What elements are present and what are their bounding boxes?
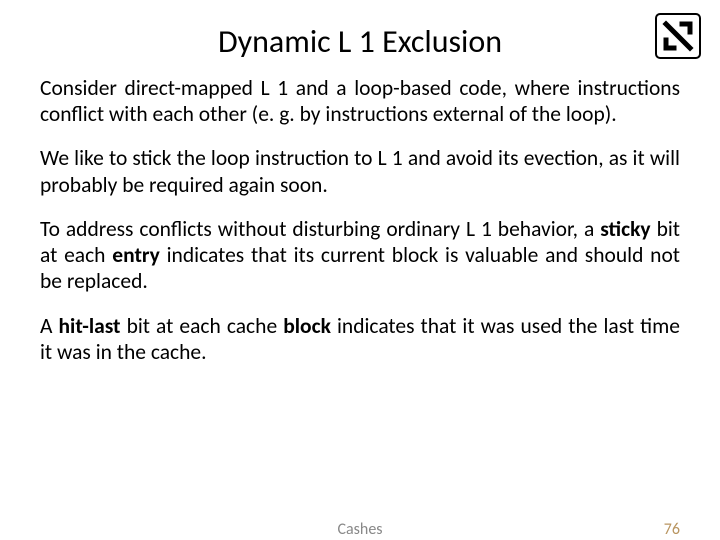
paragraph-4: A hit-last bit at each cache block indic… [40, 313, 680, 365]
footer-center: Cashes [0, 520, 720, 539]
bold-hit-last: hit-last [59, 313, 121, 339]
page-number: 76 [664, 520, 680, 539]
paragraph-1: Consider direct-mapped L 1 and a loop-ba… [40, 75, 680, 127]
text: A [40, 313, 59, 339]
bold-entry: entry [112, 242, 160, 268]
paragraph-2: We like to stick the loop instruction to… [40, 145, 680, 197]
bold-sticky: sticky [600, 216, 650, 242]
bold-block: block [283, 313, 331, 339]
text: bit at each cache [121, 313, 284, 339]
slide-title: Dynamic L 1 Exclusion [40, 22, 680, 61]
text: To address conflicts without disturbing … [40, 216, 600, 242]
paragraph-3: To address conflicts without disturbing … [40, 216, 680, 295]
logo-icon [654, 12, 702, 65]
